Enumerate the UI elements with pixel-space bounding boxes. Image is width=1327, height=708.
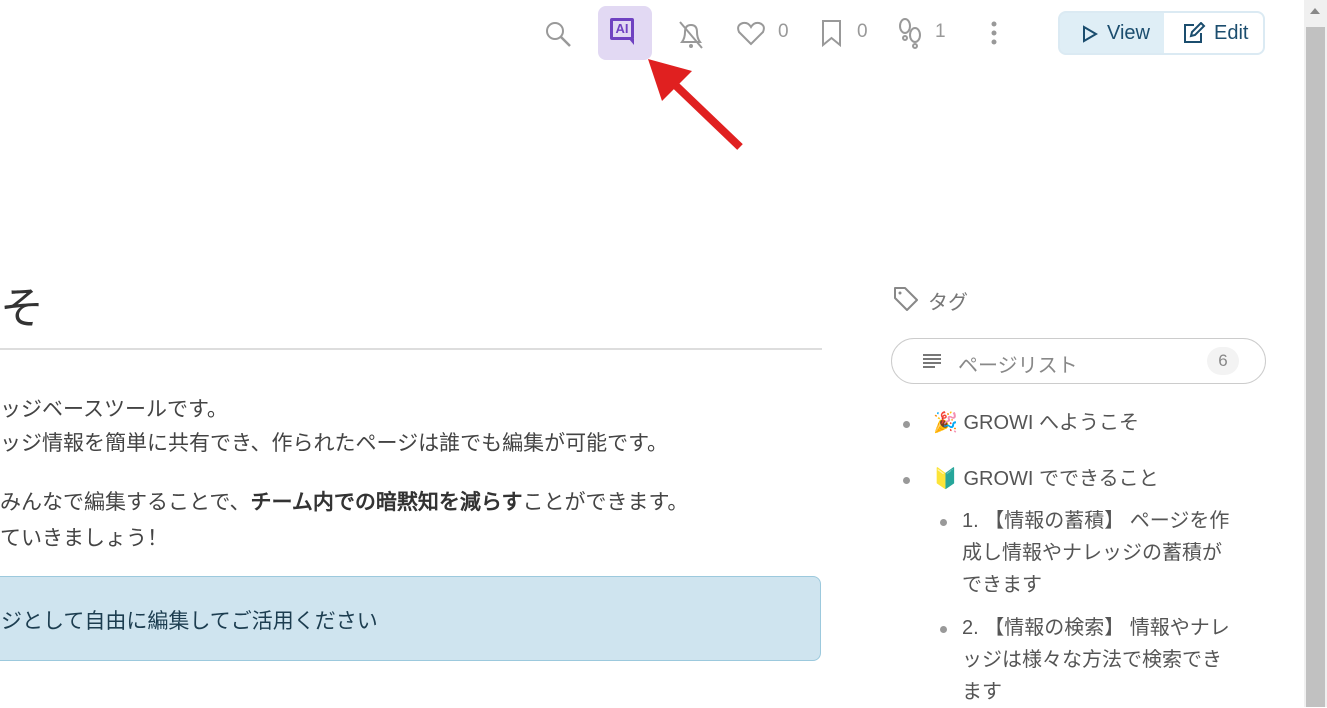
pagelist-count-badge: 6 xyxy=(1207,347,1239,375)
beginner-emoji-icon: 🔰 xyxy=(933,468,958,490)
edit-button[interactable]: Edit xyxy=(1164,13,1263,53)
party-emoji-icon: 🎉 xyxy=(933,412,958,434)
body-line: ッジ情報を簡単に共有でき、作られたページは誰でも編集が可能です。 xyxy=(0,432,669,455)
title-divider xyxy=(0,348,822,350)
scroll-up-arrow[interactable] xyxy=(1310,8,1320,14)
body-line: ッジベースツールです。 xyxy=(0,398,228,421)
scrollbar[interactable] xyxy=(1304,0,1327,707)
page-title: そ xyxy=(0,284,44,333)
list-item[interactable]: 1. 【情報の蓄積】 ページを作成し情報やナレッジの蓄積ができます xyxy=(940,505,1230,601)
red-arrow-annotation xyxy=(648,59,743,150)
footprints-icon[interactable] xyxy=(896,17,928,49)
list-item[interactable]: 2. 【情報の検索】 情報やナレッジは様々な方法で検索できます xyxy=(940,612,1230,708)
bell-slash-icon[interactable] xyxy=(676,18,706,50)
tag-icon xyxy=(894,287,918,311)
like-count: 0 xyxy=(778,21,789,42)
heart-icon[interactable] xyxy=(736,20,766,46)
play-icon xyxy=(1083,25,1098,43)
bookmark-icon[interactable] xyxy=(820,19,844,47)
view-button[interactable]: View xyxy=(1060,13,1164,53)
info-alert: ジとして自由に編集してご活用ください xyxy=(0,576,821,661)
search-icon[interactable] xyxy=(544,20,572,48)
tag-label[interactable]: タグ xyxy=(928,286,968,315)
bookmark-count: 0 xyxy=(857,21,868,42)
pagelist-button[interactable]: ページリスト 6 xyxy=(891,338,1266,384)
scrollbar-thumb[interactable] xyxy=(1306,27,1325,707)
ai-assistant-button[interactable]: AI xyxy=(598,6,652,60)
ai-icon: AI xyxy=(610,18,634,40)
view-edit-toggle: View Edit xyxy=(1058,11,1265,55)
list-icon xyxy=(923,354,941,368)
more-options-icon[interactable] xyxy=(988,21,1000,47)
body-line: ていきましょう！ xyxy=(0,527,168,550)
body-line: みんなで編集することで、チーム内での暗黙知を減らすことができます。 xyxy=(0,491,689,514)
seen-count: 1 xyxy=(935,21,946,42)
edit-icon xyxy=(1184,22,1206,43)
